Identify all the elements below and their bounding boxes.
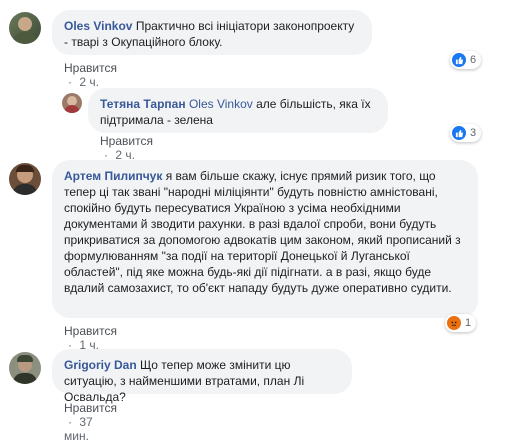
comment-actions: Нравится · 37 мин. [64,401,117,443]
avatar[interactable] [62,93,82,113]
like-icon [452,126,466,140]
comment-actions: Нравится · 1 ч. [64,324,117,352]
comment-author[interactable]: Oles Vinkov [64,19,132,33]
timestamp[interactable]: 2 ч. [79,75,99,89]
comment-bubble: Grigoriy Dan Що тепер може змінити цю си… [52,349,352,404]
comment-text: я вам більше скажу, існує прямий ризик т… [64,169,461,295]
like-link[interactable]: Нравится [64,401,117,415]
reaction-count[interactable]: 3 [450,124,482,142]
comment-author[interactable]: Артем Пилипчук [64,169,162,183]
avatar[interactable] [9,163,41,195]
comment-bubble: Oles Vinkov Практично всі ініціатори зак… [52,10,372,55]
like-link[interactable]: Нравится [100,134,153,148]
mention-link[interactable]: Oles Vinkov [189,97,253,111]
comment-author[interactable]: Тетяна Тарпан [100,97,186,111]
like-link[interactable]: Нравится [64,61,117,75]
comment-bubble: Тетяна Тарпан Oles Vinkov але більшість,… [88,88,388,133]
separator: · [68,415,72,429]
like-link[interactable]: Нравится [64,324,117,338]
reaction-count[interactable]: 1 [445,314,477,332]
comment-actions: Нравится · 2 ч. [64,61,117,89]
like-icon [452,53,466,67]
avatar[interactable] [9,12,41,44]
comment-author[interactable]: Grigoriy Dan [64,358,137,372]
separator: · [68,75,72,89]
comment-bubble: Артем Пилипчук я вам більше скажу, існує… [52,160,478,318]
avatar[interactable] [9,352,41,384]
comment-actions: Нравится · 2 ч. [100,134,153,162]
angry-icon [447,316,461,330]
reaction-count[interactable]: 6 [450,51,482,69]
